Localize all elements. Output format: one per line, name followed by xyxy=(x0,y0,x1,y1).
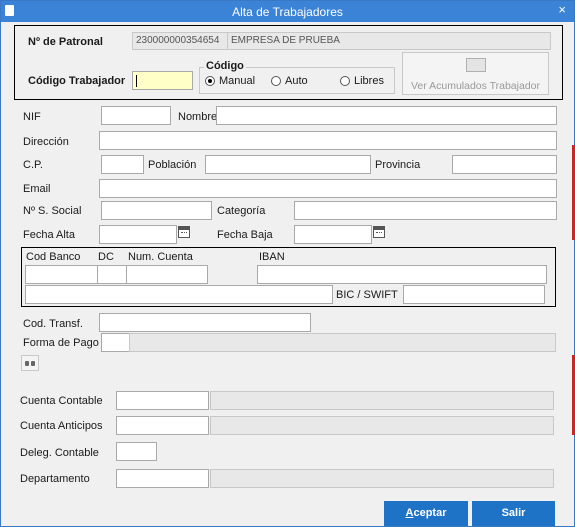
cuenta-anticipos-desc xyxy=(210,416,554,435)
cod-transf-input[interactable] xyxy=(99,313,311,332)
departamento-desc xyxy=(210,469,554,488)
nif-input[interactable] xyxy=(101,106,171,125)
cod-banco-input[interactable] xyxy=(25,265,98,284)
ss-input[interactable] xyxy=(101,201,212,220)
fecha-alta-input[interactable] xyxy=(99,225,177,244)
codigo-trabajador-input[interactable] xyxy=(132,71,193,90)
dc-input[interactable] xyxy=(97,265,127,284)
radio-auto[interactable]: Auto xyxy=(271,75,308,87)
cuenta-anticipos-label: Cuenta Anticipos xyxy=(20,420,103,432)
cod-transf-label: Cod. Transf. xyxy=(23,318,83,330)
binoculars-icon[interactable] xyxy=(21,355,39,371)
patronal-number-field: 230000000354654 xyxy=(132,32,228,50)
patronal-label: Nº de Patronal xyxy=(28,36,103,48)
bic-label: BIC / SWIFT xyxy=(336,289,398,301)
iban-label: IBAN xyxy=(259,251,285,263)
ss-label: Nº S. Social xyxy=(23,205,82,217)
nombre-input[interactable] xyxy=(216,106,557,125)
email-label: Email xyxy=(23,183,51,195)
radio-manual-dot[interactable] xyxy=(205,76,215,86)
calendar-icon[interactable] xyxy=(178,226,190,238)
direccion-input[interactable] xyxy=(99,131,557,150)
deleg-contable-label: Deleg. Contable xyxy=(20,447,99,459)
report-icon xyxy=(465,58,486,72)
deleg-contable-input[interactable] xyxy=(116,442,157,461)
codigo-legend: Código xyxy=(204,60,246,72)
radio-libres[interactable]: Libres xyxy=(340,75,384,87)
email-input[interactable] xyxy=(99,179,557,198)
radio-manual[interactable]: Manual xyxy=(205,75,255,87)
close-icon[interactable]: × xyxy=(558,2,566,17)
forma-pago-desc-field xyxy=(129,333,556,352)
cp-label: C.P. xyxy=(23,159,43,171)
cp-input[interactable] xyxy=(101,155,144,174)
fecha-alta-label: Fecha Alta xyxy=(23,229,75,241)
nombre-label: Nombre xyxy=(178,111,218,123)
ver-acumulados-button[interactable]: Ver Acumulados Trabajador xyxy=(402,52,549,95)
num-cuenta-input[interactable] xyxy=(126,265,208,284)
aceptar-button[interactable]: Aceptar xyxy=(384,501,468,526)
nif-label: NIF xyxy=(23,111,41,123)
cuenta-contable-desc xyxy=(210,391,554,410)
cuenta-anticipos-input[interactable] xyxy=(116,416,209,435)
fecha-baja-input[interactable] xyxy=(294,225,372,244)
company-name-field: EMPRESA DE PRUEBA xyxy=(227,32,551,50)
ver-acumulados-label: Ver Acumulados Trabajador xyxy=(411,80,540,92)
num-cuenta-label: Num. Cuenta xyxy=(128,251,193,263)
forma-pago-code-input[interactable] xyxy=(101,333,130,352)
departamento-input[interactable] xyxy=(116,469,209,488)
direccion-label: Dirección xyxy=(23,136,69,148)
cuenta-contable-input[interactable] xyxy=(116,391,209,410)
provincia-input[interactable] xyxy=(452,155,557,174)
departamento-label: Departamento xyxy=(20,473,90,485)
cuenta-contable-label: Cuenta Contable xyxy=(20,395,103,407)
dc-label: DC xyxy=(98,251,114,263)
radio-libres-dot[interactable] xyxy=(340,76,350,86)
poblacion-label: Población xyxy=(148,159,197,171)
provincia-label: Provincia xyxy=(375,159,421,171)
title-bar: Alta de Trabajadores × xyxy=(1,1,574,22)
bic-input[interactable] xyxy=(403,285,545,304)
alta-trabajadores-window: Alta de Trabajadores × Nº de Patronal 23… xyxy=(0,0,575,527)
iban-input[interactable] xyxy=(257,265,547,284)
poblacion-input[interactable] xyxy=(205,155,371,174)
categoria-input[interactable] xyxy=(294,201,557,220)
forma-pago-label: Forma de Pago xyxy=(23,337,99,349)
cod-banco-label: Cod Banco xyxy=(26,251,81,263)
categoria-label: Categoría xyxy=(217,205,266,217)
salir-button[interactable]: Salir xyxy=(472,501,555,526)
codigo-trabajador-label: Código Trabajador xyxy=(28,75,126,87)
calendar-icon[interactable] xyxy=(373,226,385,238)
iban-full-input[interactable] xyxy=(25,285,333,304)
window-title: Alta de Trabajadores xyxy=(232,5,343,19)
radio-auto-dot[interactable] xyxy=(271,76,281,86)
fecha-baja-label: Fecha Baja xyxy=(217,229,273,241)
